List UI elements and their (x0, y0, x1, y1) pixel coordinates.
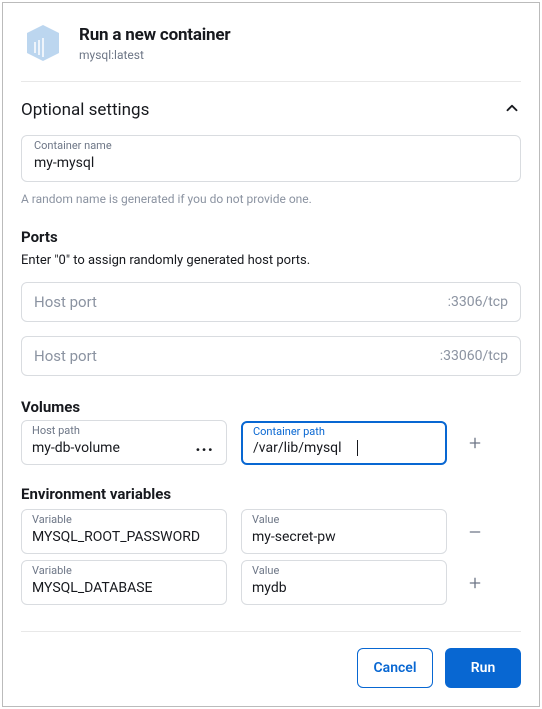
cancel-button[interactable]: Cancel (357, 648, 433, 688)
container-icon (21, 21, 65, 65)
env-variable-input[interactable] (32, 527, 216, 547)
container-name-hint: A random name is generated if you do not… (21, 192, 521, 206)
env-variable-label: Variable (32, 564, 216, 577)
env-value-field[interactable]: Value (241, 560, 447, 605)
remove-env-button[interactable] (461, 518, 489, 546)
env-value-label: Value (252, 564, 436, 577)
env-row: Variable Value (21, 509, 521, 554)
env-variable-label: Variable (32, 513, 216, 526)
run-button[interactable]: Run (445, 648, 521, 688)
port-row: :3306/tcp (21, 282, 521, 322)
container-name-label: Container name (34, 139, 508, 152)
env-value-field[interactable]: Value (241, 509, 447, 554)
env-title: Environment variables (21, 485, 521, 503)
run-container-dialog: Run a new container mysql:latest Optiona… (2, 2, 540, 707)
host-port-input[interactable] (34, 347, 432, 365)
container-path-input[interactable] (253, 438, 358, 458)
env-variable-input[interactable] (32, 578, 216, 598)
env-row: Variable Value (21, 560, 521, 605)
volume-row: Host path ... Container path (21, 420, 521, 465)
container-name-field[interactable]: Container name (21, 135, 521, 182)
port-suffix: :33060/tcp (440, 348, 508, 364)
port-row: :33060/tcp (21, 336, 521, 376)
ports-title: Ports (21, 228, 521, 246)
host-path-input[interactable] (32, 438, 195, 458)
dialog-title: Run a new container (79, 25, 230, 45)
env-value-input[interactable] (252, 527, 436, 547)
add-env-button[interactable] (461, 569, 489, 597)
env-variable-field[interactable]: Variable (21, 560, 227, 605)
dialog-footer: Cancel Run (21, 631, 521, 688)
container-path-field[interactable]: Container path (241, 421, 447, 465)
text-cursor (357, 440, 358, 456)
host-path-field[interactable]: Host path ... (21, 420, 227, 465)
container-name-input[interactable] (34, 153, 508, 173)
port-suffix: :3306/tcp (448, 294, 508, 310)
accordion-title: Optional settings (21, 100, 149, 120)
image-name: mysql:latest (79, 48, 230, 62)
env-value-label: Value (252, 513, 436, 526)
env-variable-field[interactable]: Variable (21, 509, 227, 554)
container-path-label: Container path (253, 425, 435, 438)
add-volume-button[interactable] (461, 429, 489, 457)
dialog-header: Run a new container mysql:latest (21, 3, 521, 82)
env-value-input[interactable] (252, 578, 436, 598)
optional-settings-toggle[interactable]: Optional settings (21, 82, 521, 135)
host-port-input[interactable] (34, 293, 440, 311)
chevron-up-icon (503, 99, 521, 121)
volumes-title: Volumes (21, 398, 521, 416)
browse-host-path-button[interactable]: ... (195, 435, 216, 458)
host-path-label: Host path (32, 424, 195, 437)
ports-hint: Enter "0" to assign randomly generated h… (21, 253, 521, 268)
